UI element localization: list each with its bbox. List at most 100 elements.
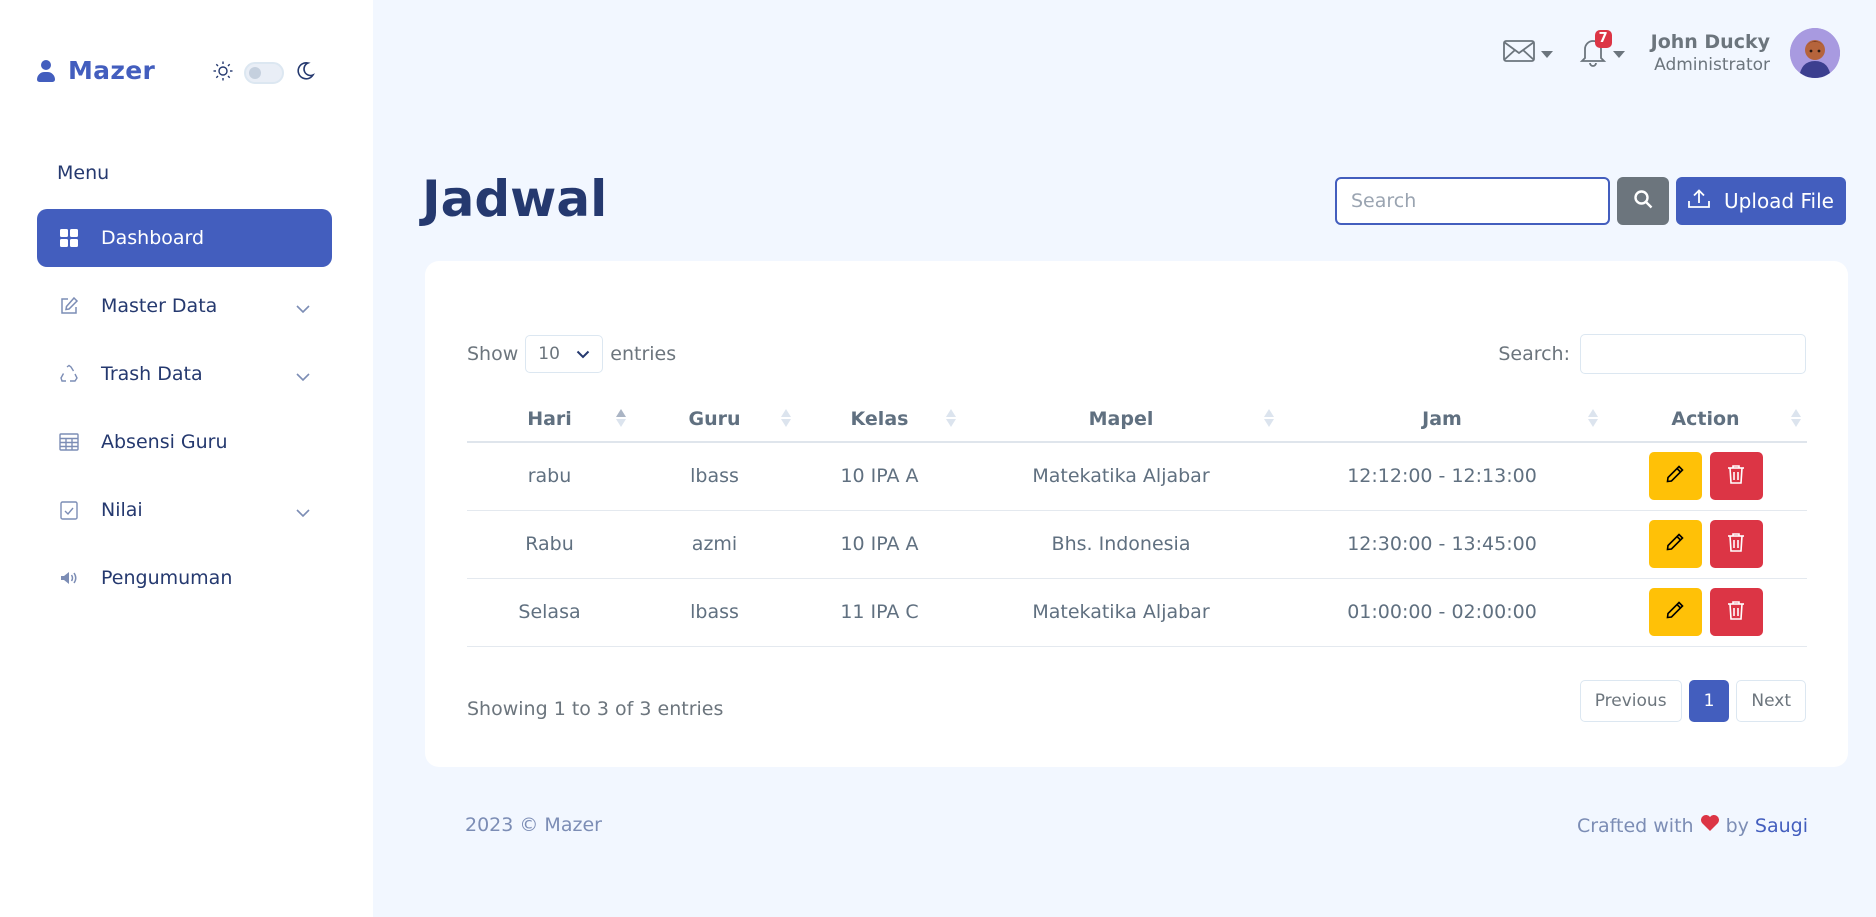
column-header-guru[interactable]: Guru <box>632 397 797 443</box>
entries-select[interactable]: 10 <box>525 335 604 373</box>
sort-icon <box>1264 409 1274 427</box>
cell-mapel: Matekatika Aljabar <box>962 578 1280 647</box>
sidebar-item-label: Trash Data <box>101 363 203 385</box>
column-header-mapel[interactable]: Mapel <box>962 397 1280 443</box>
pencil-icon <box>1665 532 1685 557</box>
sidebar-item-pengumuman[interactable]: Pengumuman <box>37 549 332 607</box>
user-icon <box>36 59 56 83</box>
pagination-next[interactable]: Next <box>1736 680 1806 722</box>
cell-hari: Rabu <box>467 510 632 579</box>
cell-guru: lbass <box>632 442 797 511</box>
envelope-icon <box>1502 39 1535 67</box>
sidebar-item-trash-data[interactable]: Trash Data <box>37 345 332 403</box>
sort-icon <box>1791 409 1801 427</box>
search-button[interactable] <box>1617 177 1669 225</box>
table-row: rabu lbass 10 IPA A Matekatika Aljabar 1… <box>467 442 1807 511</box>
caret-down-icon <box>1612 44 1625 63</box>
heart-icon <box>1700 814 1720 837</box>
upload-icon <box>1688 188 1710 214</box>
column-header-kelas[interactable]: Kelas <box>797 397 962 443</box>
chevron-down-icon <box>296 297 310 319</box>
delete-button[interactable] <box>1709 520 1763 568</box>
dark-mode-switch[interactable] <box>244 62 284 84</box>
user-menu[interactable]: John Ducky Administrator <box>1651 31 1770 75</box>
sidebar-item-label: Pengumuman <box>101 567 233 589</box>
top-header: 7 John Ducky Administrator <box>1502 28 1840 78</box>
cell-mapel: Bhs. Indonesia <box>962 510 1280 579</box>
entries-length-control: Show 10 entries <box>467 335 676 373</box>
crafted-label: Crafted with <box>1576 814 1694 837</box>
table-header-row: Hari Guru Kelas Mapel Jam Action <box>467 397 1807 443</box>
sun-icon <box>212 60 234 86</box>
upload-file-button[interactable]: Upload File <box>1676 177 1846 225</box>
table-row: Selasa lbass 11 IPA C Matekatika Aljabar… <box>467 578 1807 647</box>
sort-icon <box>1588 409 1598 427</box>
sidebar: Mazer Menu Dashboard Master Data Trash D… <box>0 0 373 917</box>
entries-label: entries <box>610 343 677 365</box>
pagination: Previous 1 Next <box>1579 680 1806 722</box>
delete-button[interactable] <box>1709 452 1763 501</box>
pagination-previous[interactable]: Previous <box>1579 680 1682 722</box>
page-title: Jadwal <box>422 170 608 228</box>
cell-action <box>1604 442 1807 511</box>
cell-kelas: 10 IPA A <box>797 510 962 579</box>
trash-icon <box>1727 532 1745 557</box>
menu-title: Menu <box>57 162 110 184</box>
sidebar-nav: Dashboard Master Data Trash Data Absensi… <box>37 209 332 617</box>
megaphone-icon <box>57 566 81 590</box>
cell-jam: 12:30:00 - 13:45:00 <box>1280 510 1604 579</box>
cell-jam: 12:12:00 - 12:13:00 <box>1280 442 1604 511</box>
sidebar-item-label: Master Data <box>101 295 218 317</box>
moon-icon <box>294 60 316 86</box>
avatar[interactable] <box>1790 28 1840 78</box>
author-link[interactable]: Saugi <box>1755 815 1808 837</box>
brand-name: Mazer <box>68 56 156 85</box>
cell-guru: lbass <box>632 578 797 647</box>
footer-credits: Crafted with by Saugi <box>1577 814 1808 837</box>
trash-icon <box>1727 600 1745 625</box>
column-header-action[interactable]: Action <box>1604 397 1807 443</box>
search-input[interactable] <box>1335 177 1610 225</box>
table-search-input[interactable] <box>1580 334 1806 374</box>
cell-mapel: Matekatika Aljabar <box>962 442 1280 511</box>
cell-action <box>1604 510 1807 579</box>
table-info: Showing 1 to 3 of 3 entries <box>467 698 724 720</box>
sidebar-item-dashboard[interactable]: Dashboard <box>37 209 332 267</box>
check-clipboard-icon <box>57 498 81 522</box>
notifications-dropdown[interactable]: 7 <box>1579 30 1625 71</box>
sidebar-item-master-data[interactable]: Master Data <box>37 277 332 335</box>
sidebar-item-label: Dashboard <box>101 227 205 249</box>
sidebar-item-absensi-guru[interactable]: Absensi Guru <box>37 413 332 471</box>
chevron-down-icon <box>296 365 310 387</box>
chevron-down-icon <box>576 344 590 364</box>
notification-badge: 7 <box>1594 30 1612 48</box>
sidebar-item-label: Absensi Guru <box>101 431 228 453</box>
pencil-icon <box>1665 600 1685 625</box>
recycle-icon <box>57 362 81 386</box>
caret-down-icon <box>1540 44 1553 63</box>
cell-hari: rabu <box>467 442 632 511</box>
footer-copyright: 2023 © Mazer <box>465 814 602 836</box>
by-label: by <box>1725 814 1749 837</box>
user-role: Administrator <box>1654 55 1770 75</box>
edit-button[interactable] <box>1648 588 1702 636</box>
schedule-card: Show 10 entries Search: Hari Guru Kelas … <box>425 261 1848 767</box>
column-header-hari[interactable]: Hari <box>467 397 632 443</box>
cell-guru: azmi <box>632 510 797 579</box>
pencil-square-icon <box>57 294 81 318</box>
edit-button[interactable] <box>1648 520 1702 568</box>
messages-dropdown[interactable] <box>1502 39 1553 67</box>
pagination-page-1[interactable]: 1 <box>1688 680 1730 722</box>
sidebar-item-nilai[interactable]: Nilai <box>37 481 332 539</box>
sort-icon <box>616 409 626 427</box>
upload-file-label: Upload File <box>1724 189 1834 213</box>
table-search-label: Search: <box>1498 343 1570 365</box>
brand-logo[interactable]: Mazer <box>36 56 155 85</box>
column-header-jam[interactable]: Jam <box>1280 397 1604 443</box>
delete-button[interactable] <box>1709 588 1763 636</box>
table-search: Search: <box>1498 334 1806 374</box>
grid-icon <box>57 226 81 250</box>
chevron-down-icon <box>296 501 310 523</box>
sidebar-item-label: Nilai <box>101 499 143 521</box>
edit-button[interactable] <box>1648 452 1702 501</box>
